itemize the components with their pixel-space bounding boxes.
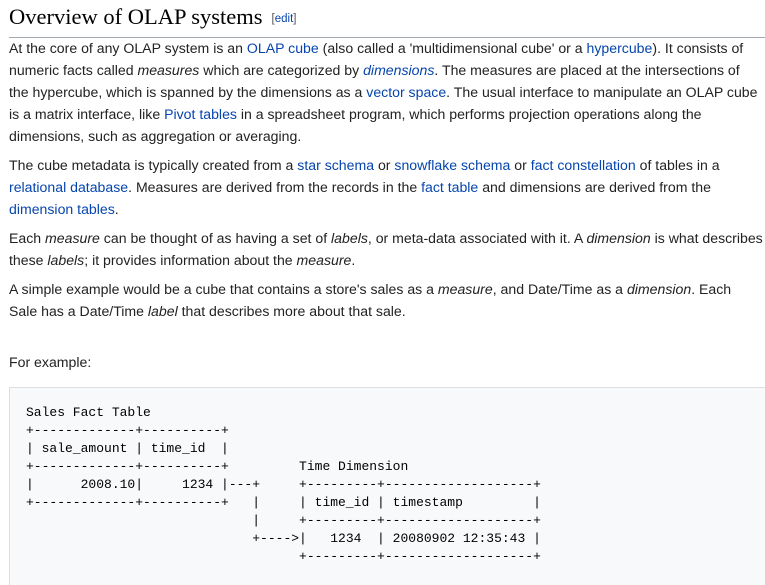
edit-link[interactable]: edit <box>275 13 294 25</box>
link-pivot-tables[interactable]: Pivot tables <box>164 106 237 122</box>
link-fact-table[interactable]: fact table <box>421 179 478 195</box>
ascii-table-diagram: Sales Fact Table +-------------+--------… <box>26 405 541 564</box>
article-content: Overview of OLAP systems [edit] At the co… <box>9 0 765 370</box>
paragraph-olap-cube: At the core of any OLAP system is an OLA… <box>9 40 758 144</box>
section-title: Overview of OLAP systems <box>9 4 263 29</box>
code-example-block: Sales Fact Table +-------------+--------… <box>9 387 765 585</box>
link-snowflake-schema[interactable]: snowflake schema <box>394 157 510 173</box>
link-star-schema[interactable]: star schema <box>297 157 374 173</box>
link-fact-constellation[interactable]: fact constellation <box>531 157 636 173</box>
paragraph-cube-metadata: The cube metadata is typically created f… <box>9 157 720 217</box>
link-olap-cube[interactable]: OLAP cube <box>247 40 319 56</box>
emphasis-measures: measures <box>137 62 200 78</box>
paragraph-simple-example: A simple example would be a cube that co… <box>9 281 732 319</box>
section-heading: Overview of OLAP systems [edit] <box>9 0 765 38</box>
link-dimension-tables[interactable]: dimension tables <box>9 201 115 217</box>
paragraph-measure-labels: Each measure can be thought of as having… <box>9 230 763 268</box>
paragraph-for-example: For example: <box>9 354 92 370</box>
link-dimensions[interactable]: dimensions <box>363 62 434 78</box>
page: { "section": { "title": "Overview of OLA… <box>0 0 765 585</box>
edit-section: [edit] <box>271 13 297 25</box>
link-vector-space[interactable]: vector space <box>366 84 446 100</box>
link-hypercube[interactable]: hypercube <box>587 40 653 56</box>
link-relational-database[interactable]: relational database <box>9 179 128 195</box>
